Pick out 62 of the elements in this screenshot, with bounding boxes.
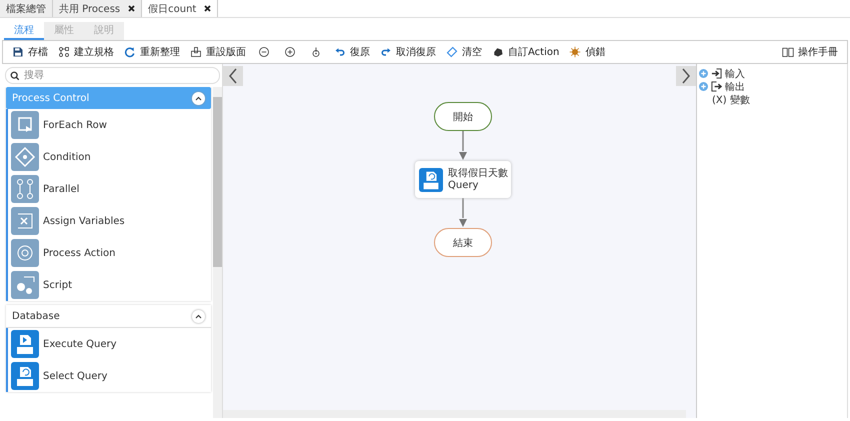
connector-arrow: [459, 131, 467, 160]
sign-in-icon: [711, 68, 722, 79]
toolbar-button[interactable]: 重設版面: [185, 42, 251, 62]
toolbar-button[interactable]: 建立規格: [53, 42, 119, 62]
palette-item[interactable]: Parallel: [43, 184, 80, 194]
chevron-icon[interactable]: [192, 310, 205, 322]
start-node[interactable]: 開始: [434, 102, 492, 131]
connector-arrow: [459, 198, 467, 227]
sql-file-icon: [11, 362, 39, 390]
toolbar-button[interactable]: 重新整理: [119, 42, 185, 62]
chevron-left-icon[interactable]: [228, 68, 238, 84]
palette-item[interactable]: Script: [43, 280, 72, 290]
tab-label[interactable]: 共用 Process: [59, 2, 120, 16]
toolbar-button[interactable]: 清空: [441, 42, 487, 62]
redo-icon: [380, 46, 392, 58]
collapse-left-button[interactable]: [223, 66, 243, 86]
close-icon[interactable]: [204, 5, 212, 12]
parallel-icon: [11, 175, 39, 203]
group-header[interactable]: Database: [6, 305, 211, 328]
toolbar-button[interactable]: 復原: [329, 42, 375, 62]
nodes-icon: [58, 46, 70, 58]
undo-icon: [334, 46, 346, 58]
book-icon: [782, 46, 794, 58]
sql-file-icon: [419, 168, 443, 192]
palette-item[interactable]: Assign Variables: [43, 216, 125, 226]
bug-icon: [569, 46, 582, 58]
loop-icon: [11, 111, 39, 139]
toolbar-button[interactable]: 存檔: [7, 42, 53, 62]
palette-item[interactable]: Condition: [43, 152, 91, 162]
node-title: 取得假日天數: [448, 168, 508, 180]
tab-label[interactable]: 假日count: [148, 2, 196, 16]
palette-item[interactable]: Execute Query: [43, 338, 117, 350]
toolbar-button[interactable]: 偵錯: [564, 42, 610, 62]
palette-item[interactable]: ForEach Row: [43, 120, 107, 130]
palette-item[interactable]: Process Action: [43, 248, 116, 258]
sign-out-icon: [711, 81, 722, 92]
close-icon[interactable]: [128, 5, 136, 12]
tab-label[interactable]: 檔案總管: [6, 2, 46, 16]
tree-item[interactable]: (X) 變數: [712, 92, 750, 106]
cycle-icon: [11, 239, 39, 267]
expand-right-button[interactable]: [676, 66, 696, 86]
node-subtitle: Query: [448, 180, 480, 192]
chevron-right-icon[interactable]: [681, 68, 691, 84]
tree-item[interactable]: 輸出: [725, 80, 745, 94]
palette-item[interactable]: Select Query: [43, 370, 108, 382]
horizontal-scrollbar[interactable]: [223, 410, 686, 418]
scrollbar-thumb[interactable]: [213, 97, 222, 267]
save-icon: [12, 46, 24, 58]
chevron-icon[interactable]: [192, 92, 205, 104]
document-tab[interactable]: 檔案總管: [0, 0, 53, 17]
document-tab[interactable]: 共用 Process: [53, 0, 142, 17]
refresh-icon: [124, 46, 136, 58]
help-button[interactable]: 操作手冊: [777, 42, 843, 62]
toolbar-button[interactable]: 取消復原: [375, 42, 441, 62]
sql-file-icon: [11, 330, 39, 358]
search-field[interactable]: 搜尋: [5, 67, 220, 84]
toolbar-button[interactable]: 自訂Action: [487, 42, 564, 62]
task-node[interactable]: 取得假日天數 Query: [415, 161, 511, 198]
variable-icon: [11, 207, 39, 235]
layout-icon: [190, 46, 202, 58]
end-node[interactable]: 結束: [434, 228, 492, 257]
tree-item[interactable]: 輸入: [725, 66, 745, 80]
